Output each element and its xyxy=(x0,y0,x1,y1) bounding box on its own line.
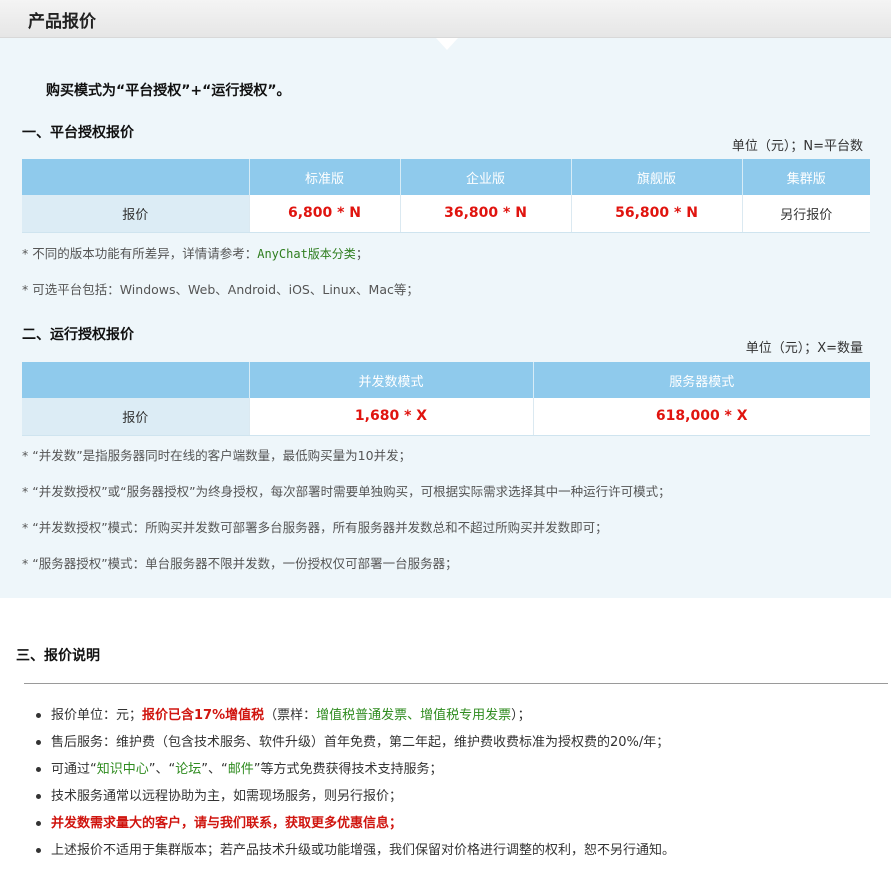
table-header-cluster: 集群版 xyxy=(742,159,870,195)
pricing-panel: 购买模式为“平台授权”+“运行授权”。 一、平台授权报价 单位（元）；N=平台数… xyxy=(0,38,891,598)
concurrency-price: 1,680 * X xyxy=(249,398,534,436)
runtime-license-unit: 单位（元）；X=数量 xyxy=(745,341,863,356)
list-item: 可通过“知识中心”、“论坛”、“邮件”等方式免费获得技术支持服务； xyxy=(36,759,886,786)
item-text: ”、“ xyxy=(201,762,228,777)
table-header-concurrency: 并发数模式 xyxy=(249,362,534,398)
table-header-row: 并发数模式 服务器模式 xyxy=(22,362,870,398)
lifetime-license-note: * “并发数授权”或“服务器授权”为终身授权，每次部署时需要单独购买，可根据实际… xyxy=(22,484,671,499)
panel-notch-decoration xyxy=(436,38,458,50)
table-header-row: 标准版 企业版 旗舰版 集群版 xyxy=(22,159,870,195)
divider xyxy=(24,683,888,684)
table-row: 报价 1,680 * X 618,000 * X xyxy=(22,398,870,436)
purchase-mode-intro: 购买模式为“平台授权”+“运行授权”。 xyxy=(46,83,291,99)
list-item: 报价单位：元；报价已含17%增值税（票样：增值税普通发票、增值税专用发票）； xyxy=(36,705,886,732)
platforms-note: * 可选平台包括：Windows、Web、Android、iOS、Linux、M… xyxy=(22,282,419,297)
enterprise-price: 36,800 * N xyxy=(400,195,572,233)
bullet-icon xyxy=(36,767,41,772)
table-row: 报价 6,800 * N 36,800 * N 56,800 * N 另行报价 xyxy=(22,195,870,233)
platform-license-title: 一、平台授权报价 xyxy=(22,125,134,141)
item-text: （票样： xyxy=(264,708,317,723)
concurrency-definition-note: * “并发数”是指服务器同时在线的客户端数量，最低购买量为10并发； xyxy=(22,448,412,463)
bullet-icon xyxy=(36,821,41,826)
concurrency-license-note: * “并发数授权”模式：所购买并发数可部署多台服务器，所有服务器并发数总和不超过… xyxy=(22,520,608,535)
pricing-notes-list: 报价单位：元；报价已含17%增值税（票样：增值税普通发票、增值税专用发票）； 售… xyxy=(36,705,886,867)
table-header-server: 服务器模式 xyxy=(533,362,870,398)
item-text: ”等方式免费获得技术支持服务； xyxy=(253,762,443,777)
item-text: 技术服务通常以远程协助为主，如需现场服务，则另行报价； xyxy=(51,789,403,804)
pricing-notes-title: 三、报价说明 xyxy=(16,648,100,664)
price-row-label: 报价 xyxy=(22,398,250,436)
item-text: 报价单位：元； xyxy=(51,708,143,723)
list-item: 技术服务通常以远程协助为主，如需现场服务，则另行报价； xyxy=(36,786,886,813)
table-header-empty xyxy=(22,362,250,398)
item-text: ）； xyxy=(511,708,531,723)
price-row-label: 报价 xyxy=(22,195,250,233)
platform-license-unit: 单位（元）；N=平台数 xyxy=(731,139,863,154)
platform-license-table: 标准版 企业版 旗舰版 集群版 报价 6,800 * N 36,800 * N … xyxy=(22,159,870,233)
item-text: 售后服务：维护费（包含技术服务、软件升级）首年免费，第二年起，维护费收费标准为授… xyxy=(51,735,670,750)
flagship-price: 56,800 * N xyxy=(571,195,743,233)
bullet-icon xyxy=(36,794,41,799)
invoice-sample-link[interactable]: 增值税普通发票、增值税专用发票 xyxy=(316,708,511,723)
runtime-license-title: 二、运行授权报价 xyxy=(22,327,134,343)
contact-us-highlight: 并发数需求量大的客户，请与我们联系，获取更多优惠信息； xyxy=(51,816,403,831)
list-item: 上述报价不适用于集群版本；若产品技术升级或功能增强，我们保留对价格进行调整的权利… xyxy=(36,840,886,867)
server-license-note: * “服务器授权”模式：单台服务器不限并发数，一份授权仅可部署一台服务器； xyxy=(22,556,458,571)
bullet-icon xyxy=(36,713,41,718)
item-text: ”、“ xyxy=(148,762,176,777)
page-header: 产品报价 xyxy=(0,0,891,38)
note-text: * 不同的版本功能有所差异，详情请参考： xyxy=(22,246,258,261)
bullet-icon xyxy=(36,848,41,853)
forum-link[interactable]: 论坛 xyxy=(175,762,201,777)
anychat-version-link[interactable]: AnyChat版本分类 xyxy=(257,247,356,261)
table-header-empty xyxy=(22,159,250,195)
list-item: 售后服务：维护费（包含技术服务、软件升级）首年免费，第二年起，维护费收费标准为授… xyxy=(36,732,886,759)
standard-price: 6,800 * N xyxy=(249,195,401,233)
runtime-license-table: 并发数模式 服务器模式 报价 1,680 * X 618,000 * X xyxy=(22,362,870,436)
bullet-icon xyxy=(36,740,41,745)
table-header-flagship: 旗舰版 xyxy=(571,159,743,195)
list-item: 并发数需求量大的客户，请与我们联系，获取更多优惠信息； xyxy=(36,813,886,840)
version-difference-note: * 不同的版本功能有所差异，详情请参考：AnyChat版本分类； xyxy=(22,243,368,262)
item-text: 可通过“ xyxy=(51,762,97,777)
cluster-price: 另行报价 xyxy=(742,195,870,233)
page-title: 产品报价 xyxy=(28,12,96,32)
email-link[interactable]: 邮件 xyxy=(228,762,254,777)
item-text: 上述报价不适用于集群版本；若产品技术升级或功能增强，我们保留对价格进行调整的权利… xyxy=(51,843,676,858)
table-header-enterprise: 企业版 xyxy=(400,159,572,195)
vat-included-text: 报价已含17%增值税 xyxy=(142,708,265,723)
note-text: ； xyxy=(355,246,369,261)
server-price: 618,000 * X xyxy=(533,398,870,436)
table-header-standard: 标准版 xyxy=(249,159,401,195)
knowledge-center-link[interactable]: 知识中心 xyxy=(97,762,149,777)
